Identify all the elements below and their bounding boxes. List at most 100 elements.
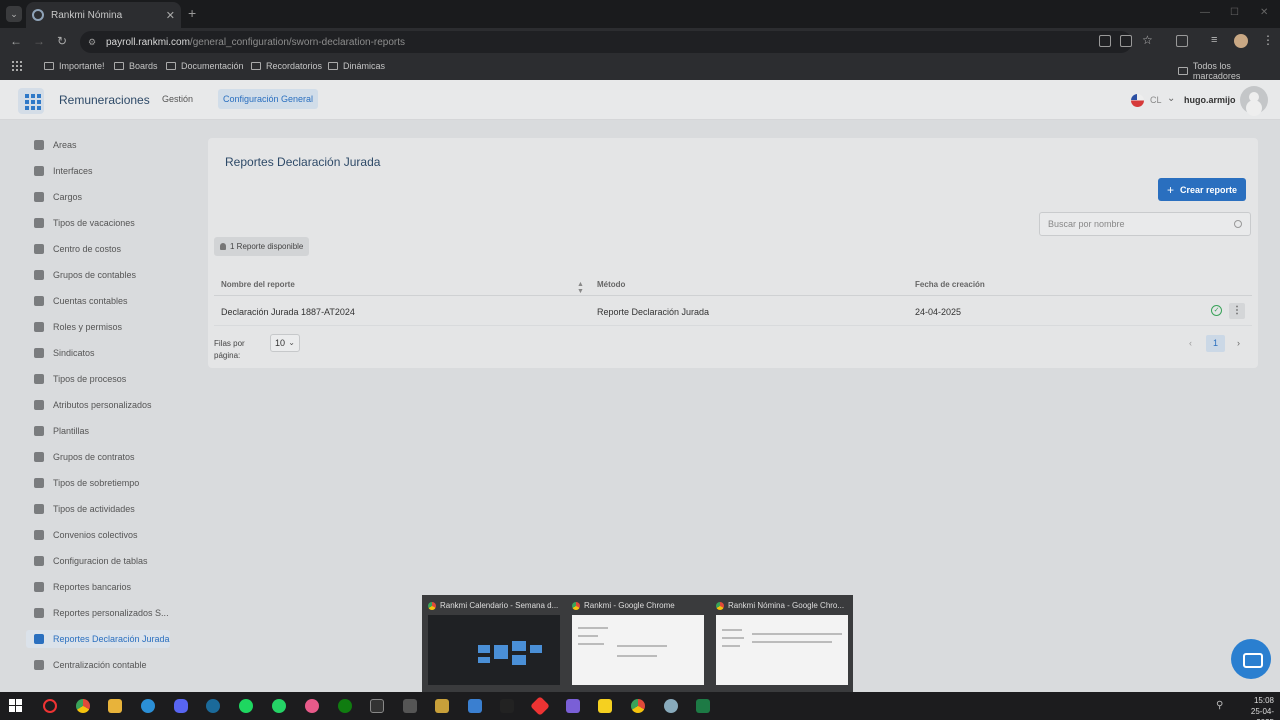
- username[interactable]: hugo.armijo: [1184, 95, 1236, 105]
- sidebar-item[interactable]: Tipos de vacaciones: [26, 214, 170, 232]
- app-icon[interactable]: [664, 699, 678, 713]
- network-icon[interactable]: ⚲: [1216, 700, 1223, 711]
- chrome-icon[interactable]: [76, 699, 90, 713]
- xbox-icon[interactable]: [338, 699, 352, 713]
- sidebar-item[interactable]: Reportes personalizados S...: [26, 604, 170, 622]
- sidebar-item[interactable]: Reportes bancarios: [26, 578, 170, 596]
- sidebar-item[interactable]: Roles y permisos: [26, 318, 170, 336]
- opera-icon[interactable]: [43, 699, 57, 713]
- close-window-button[interactable]: ✕: [1260, 7, 1268, 18]
- chile-flag-icon[interactable]: [1131, 94, 1144, 107]
- app-icon[interactable]: [500, 699, 514, 713]
- bookmark-folder[interactable]: Documentación: [166, 61, 244, 71]
- tab-search-button[interactable]: ⌄: [6, 6, 22, 22]
- sidebar-item[interactable]: Cargos: [26, 188, 170, 206]
- app-launcher-icon[interactable]: [18, 88, 44, 114]
- apps-grid-icon[interactable]: [12, 61, 22, 71]
- sidebar-item[interactable]: Tipos de procesos: [26, 370, 170, 388]
- sidebar-item-icon: [34, 634, 44, 644]
- sidebar-item[interactable]: Tipos de sobretiempo: [26, 474, 170, 492]
- forward-button[interactable]: →: [33, 34, 45, 48]
- spotify-icon[interactable]: [239, 699, 253, 713]
- sort-icon[interactable]: ▲ ▼: [577, 281, 584, 295]
- sidebar-item[interactable]: Convenios colectivos: [26, 526, 170, 544]
- epic-games-icon[interactable]: [370, 699, 384, 713]
- sidebar-item[interactable]: Plantillas: [26, 422, 170, 440]
- sidebar-item[interactable]: Configuracion de tablas: [26, 552, 170, 570]
- sidebar-item[interactable]: Centro de costos: [26, 240, 170, 258]
- translate-icon[interactable]: [1120, 35, 1132, 47]
- browser-menu-icon[interactable]: ⋮: [1262, 33, 1274, 47]
- app-icon[interactable]: [566, 699, 580, 713]
- sidebar-item[interactable]: Interfaces: [26, 162, 170, 180]
- nav-configuracion-general[interactable]: Configuración General: [218, 89, 319, 109]
- all-bookmarks-folder[interactable]: Todos los marcadores: [1178, 61, 1280, 81]
- profile-avatar[interactable]: [1234, 34, 1248, 48]
- chat-support-button[interactable]: [1231, 639, 1271, 679]
- sidebar-item[interactable]: Grupos de contratos: [26, 448, 170, 466]
- sidebar-item[interactable]: Tipos de actividades: [26, 500, 170, 518]
- sticky-notes-icon[interactable]: [598, 699, 612, 713]
- sidebar-item[interactable]: Cuentas contables: [26, 292, 170, 310]
- page-1-button[interactable]: 1: [1206, 335, 1225, 352]
- whatsapp-icon[interactable]: [272, 699, 286, 713]
- sidebar-item[interactable]: Areas: [26, 136, 170, 154]
- system-clock[interactable]: 15:08 25-04-2025: [1234, 695, 1274, 720]
- microsoft-store-icon[interactable]: [468, 699, 482, 713]
- prev-page-button[interactable]: ‹: [1181, 335, 1200, 352]
- excel-icon[interactable]: [696, 699, 710, 713]
- window-thumbnail: [572, 615, 704, 685]
- sidebar-item-label: Interfaces: [53, 166, 93, 176]
- reload-button[interactable]: ↻: [57, 34, 67, 48]
- address-bar[interactable]: ⚙ payroll.rankmi.com/general_configurati…: [80, 31, 1132, 53]
- chevron-down-icon[interactable]: ⌄: [1167, 93, 1175, 104]
- sidebar-item[interactable]: Centralización contable: [26, 656, 170, 674]
- sidebar-item[interactable]: Grupos de contables: [26, 266, 170, 284]
- app-icon[interactable]: [305, 699, 319, 713]
- plus-icon: +: [1166, 182, 1174, 197]
- close-tab-icon[interactable]: ✕: [166, 9, 175, 22]
- sidebar-item-icon: [34, 452, 44, 462]
- sidebar-item-icon: [34, 218, 44, 228]
- steam-icon[interactable]: [206, 699, 220, 713]
- bookmark-folder[interactable]: Dinámicas: [328, 61, 385, 71]
- sidebar-item[interactable]: Reportes Declaración Jurada: [26, 630, 170, 648]
- row-actions-button[interactable]: ⋮: [1229, 303, 1245, 319]
- windows-start-icon[interactable]: [9, 699, 22, 712]
- maximize-window-button[interactable]: ☐: [1230, 7, 1239, 18]
- discord-icon[interactable]: [174, 699, 188, 713]
- sidebar-item[interactable]: Sindicatos: [26, 344, 170, 362]
- preview-rankmi-window[interactable]: Rankmi - Google Chrome: [566, 595, 709, 692]
- site-info-icon[interactable]: ⚙: [88, 37, 98, 47]
- country-code[interactable]: CL: [1150, 95, 1162, 105]
- rows-per-page-select[interactable]: 10 ⌄: [270, 334, 300, 352]
- install-app-icon[interactable]: [1099, 35, 1111, 47]
- app-icon[interactable]: [403, 699, 417, 713]
- nav-gestion[interactable]: Gestión: [162, 94, 193, 104]
- back-button[interactable]: ←: [10, 34, 22, 48]
- create-report-button[interactable]: + Crear reporte: [1158, 178, 1246, 201]
- preview-nomina-window[interactable]: Rankmi Nómina - Google Chro...: [710, 595, 853, 692]
- sidebar-item-label: Atributos personalizados: [53, 400, 152, 410]
- next-page-button[interactable]: ›: [1229, 335, 1248, 352]
- sidebar-item-icon: [34, 192, 44, 202]
- bookmark-star-icon[interactable]: ☆: [1142, 33, 1153, 47]
- preview-calendar-window[interactable]: Rankmi Calendario - Semana d...: [422, 595, 565, 692]
- browser-tab-active[interactable]: Rankmi Nómina ✕: [26, 2, 181, 28]
- app-icon[interactable]: [435, 699, 449, 713]
- media-controls-icon[interactable]: ≡: [1211, 34, 1217, 46]
- minimize-window-button[interactable]: —: [1200, 7, 1210, 18]
- sidebar-item[interactable]: Atributos personalizados: [26, 396, 170, 414]
- extensions-icon[interactable]: [1176, 35, 1188, 47]
- bookmark-folder[interactable]: Recordatorios: [251, 61, 322, 71]
- bookmark-folder[interactable]: Importante!: [44, 61, 105, 71]
- search-input[interactable]: Buscar por nombre: [1039, 212, 1251, 236]
- column-header-name[interactable]: Nombre del reporte: [221, 280, 295, 289]
- edge-icon[interactable]: [141, 699, 155, 713]
- chrome-active-icon[interactable]: [631, 699, 645, 713]
- folder-icon: [251, 62, 261, 70]
- user-avatar[interactable]: [1240, 86, 1268, 114]
- new-tab-button[interactable]: +: [188, 5, 196, 21]
- bookmark-folder[interactable]: Boards: [114, 61, 158, 71]
- file-explorer-icon[interactable]: [108, 699, 122, 713]
